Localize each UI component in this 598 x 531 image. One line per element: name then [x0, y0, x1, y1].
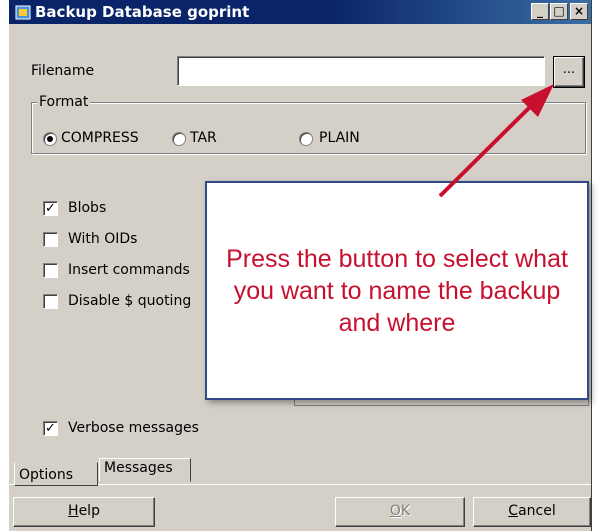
annotation-arrow-icon: [438, 84, 554, 198]
